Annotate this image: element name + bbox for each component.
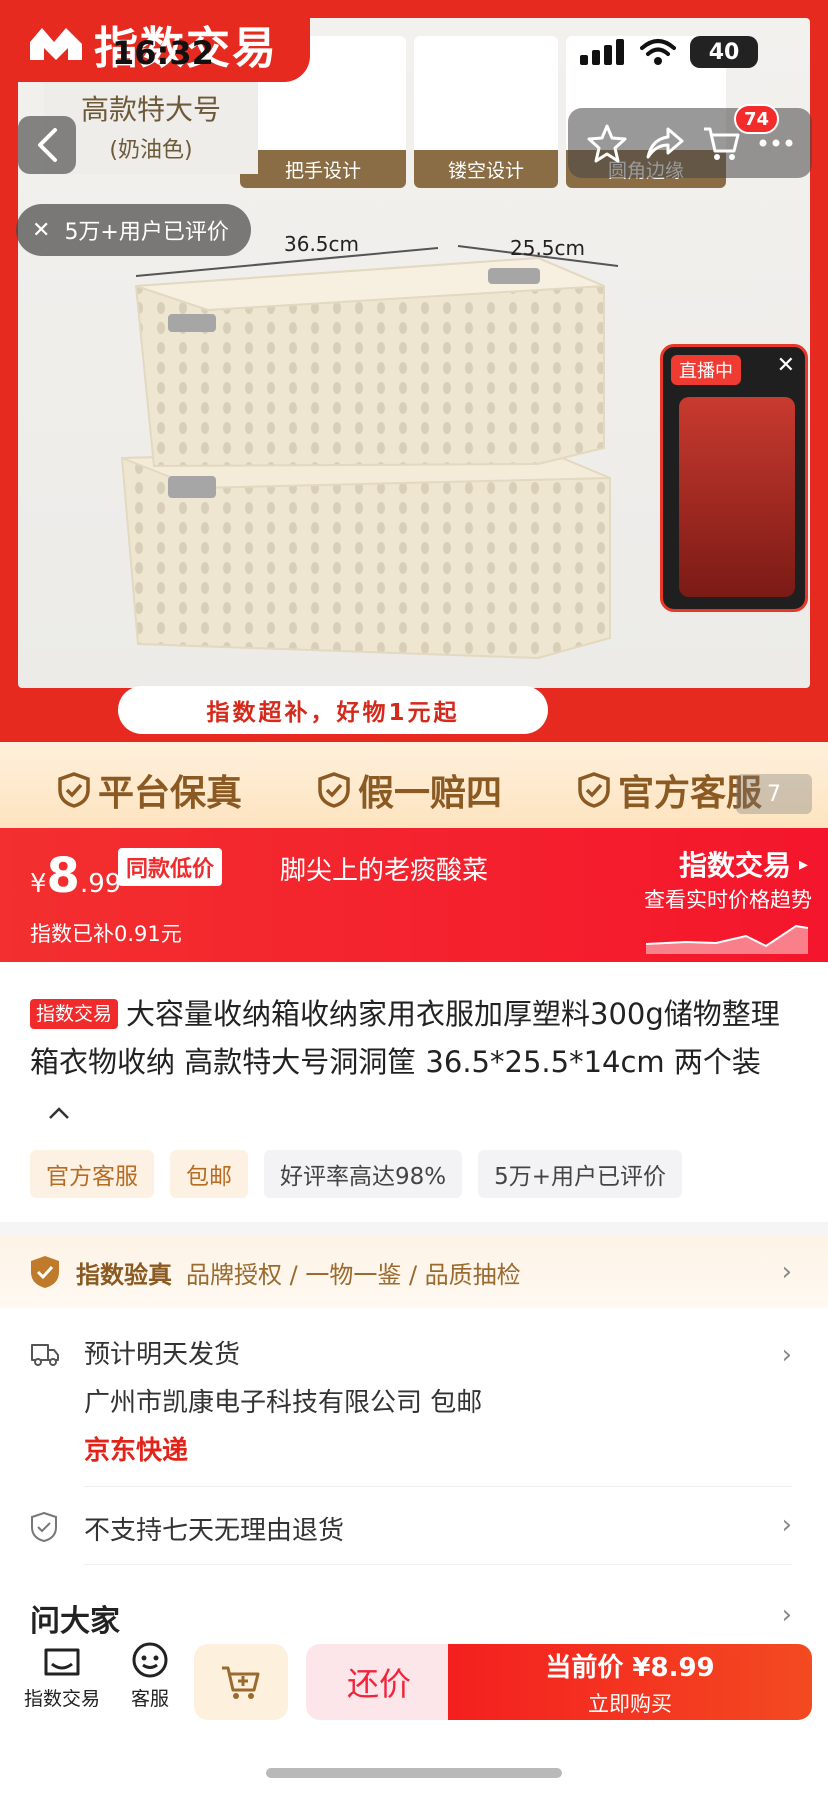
buy-label: 立即购买 <box>588 1691 672 1716</box>
trust-bar: 平台保真 假一赔四 官方客服 7 <box>0 742 828 828</box>
buy-price: 当前价 ¥8.99 <box>545 1652 715 1683</box>
shipping-row[interactable]: 预计明天发货 广州市凯康电子科技有限公司 包邮 京东快递 › <box>0 1310 828 1486</box>
tag-free-shipping: 包邮 <box>170 1150 248 1198</box>
section-divider <box>0 1222 828 1236</box>
review-chip[interactable]: ✕ 5万+用户已评价 <box>16 204 251 256</box>
add-to-cart-button[interactable] <box>194 1644 288 1720</box>
battery-indicator: 40 <box>690 36 758 68</box>
ship-from: 广州市凯康电子科技有限公司 包邮 <box>84 1388 483 1418</box>
status-icons: 40 <box>580 36 758 68</box>
price-bar: ¥ 8 .99 同款低价 脚尖上的老痰酸菜 指数交易 ▸ 查看实时价格趋势 指数… <box>0 828 828 962</box>
tag-review-count: 5万+用户已评价 <box>478 1150 683 1198</box>
product-title-text: 大容量收纳箱收纳家用衣服加厚塑料300g储物整理箱衣物收纳 高款特大号洞洞筐 3… <box>30 997 780 1079</box>
shield-check-icon <box>58 772 90 808</box>
back-button[interactable] <box>18 116 76 174</box>
brand-logo-icon <box>30 28 82 60</box>
trust-item: 平台保真 <box>58 764 242 816</box>
store-icon <box>44 1648 80 1676</box>
product-title: 指数交易 大容量收纳箱收纳家用衣服加厚塑料300g储物整理箱衣物收纳 高款特大号洞… <box>30 990 800 1134</box>
live-preview <box>679 397 795 597</box>
product-page: 把手设计 镂空设计 圆角边缘 <box>0 0 828 1795</box>
ship-carrier: 京东快递 <box>84 1436 189 1466</box>
chevron-right-icon: › <box>781 1257 792 1287</box>
service-tab-label: 客服 <box>130 1688 169 1710</box>
variant-card: 高款特大号 (奶油色) <box>44 78 258 174</box>
status-time: 16:32 <box>112 34 214 72</box>
price-integer: 8 <box>46 848 80 904</box>
cart-plus-icon <box>222 1666 260 1699</box>
live-tag: 直播中 <box>671 355 741 385</box>
star-icon[interactable] <box>587 123 627 163</box>
review-chip-text: 5万+用户已评价 <box>64 220 229 245</box>
shop-name[interactable]: 脚尖上的老痰酸菜 <box>280 850 488 887</box>
tag-good-rate: 好评率高达98% <box>264 1150 463 1198</box>
chevron-right-icon: › <box>781 1510 792 1540</box>
promo-banner: 指数超补，好物1元起 <box>118 686 548 734</box>
shield-check-icon <box>318 772 350 808</box>
trust-item: 假一赔四 <box>318 764 502 816</box>
live-stream-window[interactable]: 直播中 ✕ <box>660 344 808 612</box>
cart-icon[interactable] <box>701 123 741 163</box>
cart-count-badge: 74 <box>734 104 780 134</box>
return-policy-text: 不支持七天无理由退货 <box>84 1516 345 1546</box>
variant-name: 高款特大号 <box>80 93 221 126</box>
shield-check-icon <box>31 1256 59 1288</box>
ship-time: 预计明天发货 <box>84 1340 241 1370</box>
verify-subtitle: 品牌授权 / 一物一鉴 / 品质抽检 <box>186 1260 521 1289</box>
low-price-tag: 同款低价 <box>118 848 223 886</box>
return-policy-row[interactable]: 不支持七天无理由退货 › <box>0 1488 828 1564</box>
verify-row[interactable]: 指数验真 品牌授权 / 一物一鉴 / 品质抽检 › <box>0 1236 828 1308</box>
chevron-right-icon: › <box>781 1340 792 1370</box>
verify-title: 指数验真 <box>76 1260 172 1289</box>
price-trend-link[interactable]: 指数交易 ▸ <box>679 844 808 884</box>
price-decimal: .99 <box>79 869 122 899</box>
product-tags: 官方客服 包邮 好评率高达98% 5万+用户已评价 <box>30 1150 683 1198</box>
price-trend-sparkline <box>646 924 808 954</box>
signal-icon <box>580 39 624 65</box>
trust-item-label: 平台保真 <box>98 773 243 814</box>
close-icon[interactable]: ✕ <box>32 218 50 243</box>
image-pager: 7 <box>736 774 812 814</box>
close-icon[interactable]: ✕ <box>777 353 795 378</box>
home-tab[interactable]: 指数交易 <box>12 1642 112 1711</box>
divider <box>84 1564 792 1565</box>
chevron-right-icon: › <box>781 1600 792 1630</box>
tag-official-service: 官方客服 <box>30 1150 154 1198</box>
wifi-icon <box>640 39 676 65</box>
trust-item-label: 假一赔四 <box>358 773 503 814</box>
shield-check-icon <box>578 772 610 808</box>
truck-icon <box>31 1344 59 1366</box>
price-trend-brand: 指数交易 <box>678 849 791 882</box>
ask-section[interactable]: 问大家 › <box>0 1566 828 1646</box>
price: ¥ 8 .99 <box>30 848 121 904</box>
more-icon[interactable] <box>758 138 794 148</box>
chevron-left-icon <box>38 128 57 162</box>
dimension-length: 36.5cm <box>284 232 360 256</box>
service-tab[interactable]: 客服 <box>100 1642 200 1711</box>
price-trend-subtitle: 查看实时价格趋势 <box>644 888 812 912</box>
chevron-right-icon: ▸ <box>798 853 808 875</box>
buy-now-button[interactable]: 当前价 ¥8.99 立即购买 <box>448 1644 812 1720</box>
subsidy-text: 指数已补0.91元 <box>30 922 182 946</box>
chevron-up-icon[interactable] <box>48 1086 70 1134</box>
customer-service-icon <box>132 1642 168 1678</box>
variant-color: (奶油色) <box>109 138 193 163</box>
title-brand-badge: 指数交易 <box>30 999 119 1029</box>
shield-check-icon <box>31 1512 57 1542</box>
price-currency: ¥ <box>30 869 47 899</box>
product-hero: 把手设计 镂空设计 圆角边缘 <box>0 0 828 742</box>
bottom-action-bar: 指数交易 客服 还价 当前价 ¥8.99 立即购买 <box>0 1636 828 1726</box>
home-tab-label: 指数交易 <box>23 1688 100 1710</box>
share-icon[interactable] <box>644 123 684 163</box>
bargain-button[interactable]: 还价 <box>306 1644 452 1720</box>
home-indicator[interactable] <box>266 1768 562 1778</box>
ask-title: 问大家 <box>30 1604 120 1639</box>
dimension-width: 25.5cm <box>510 236 586 260</box>
divider <box>84 1486 792 1487</box>
trust-item: 官方客服 <box>578 764 762 816</box>
